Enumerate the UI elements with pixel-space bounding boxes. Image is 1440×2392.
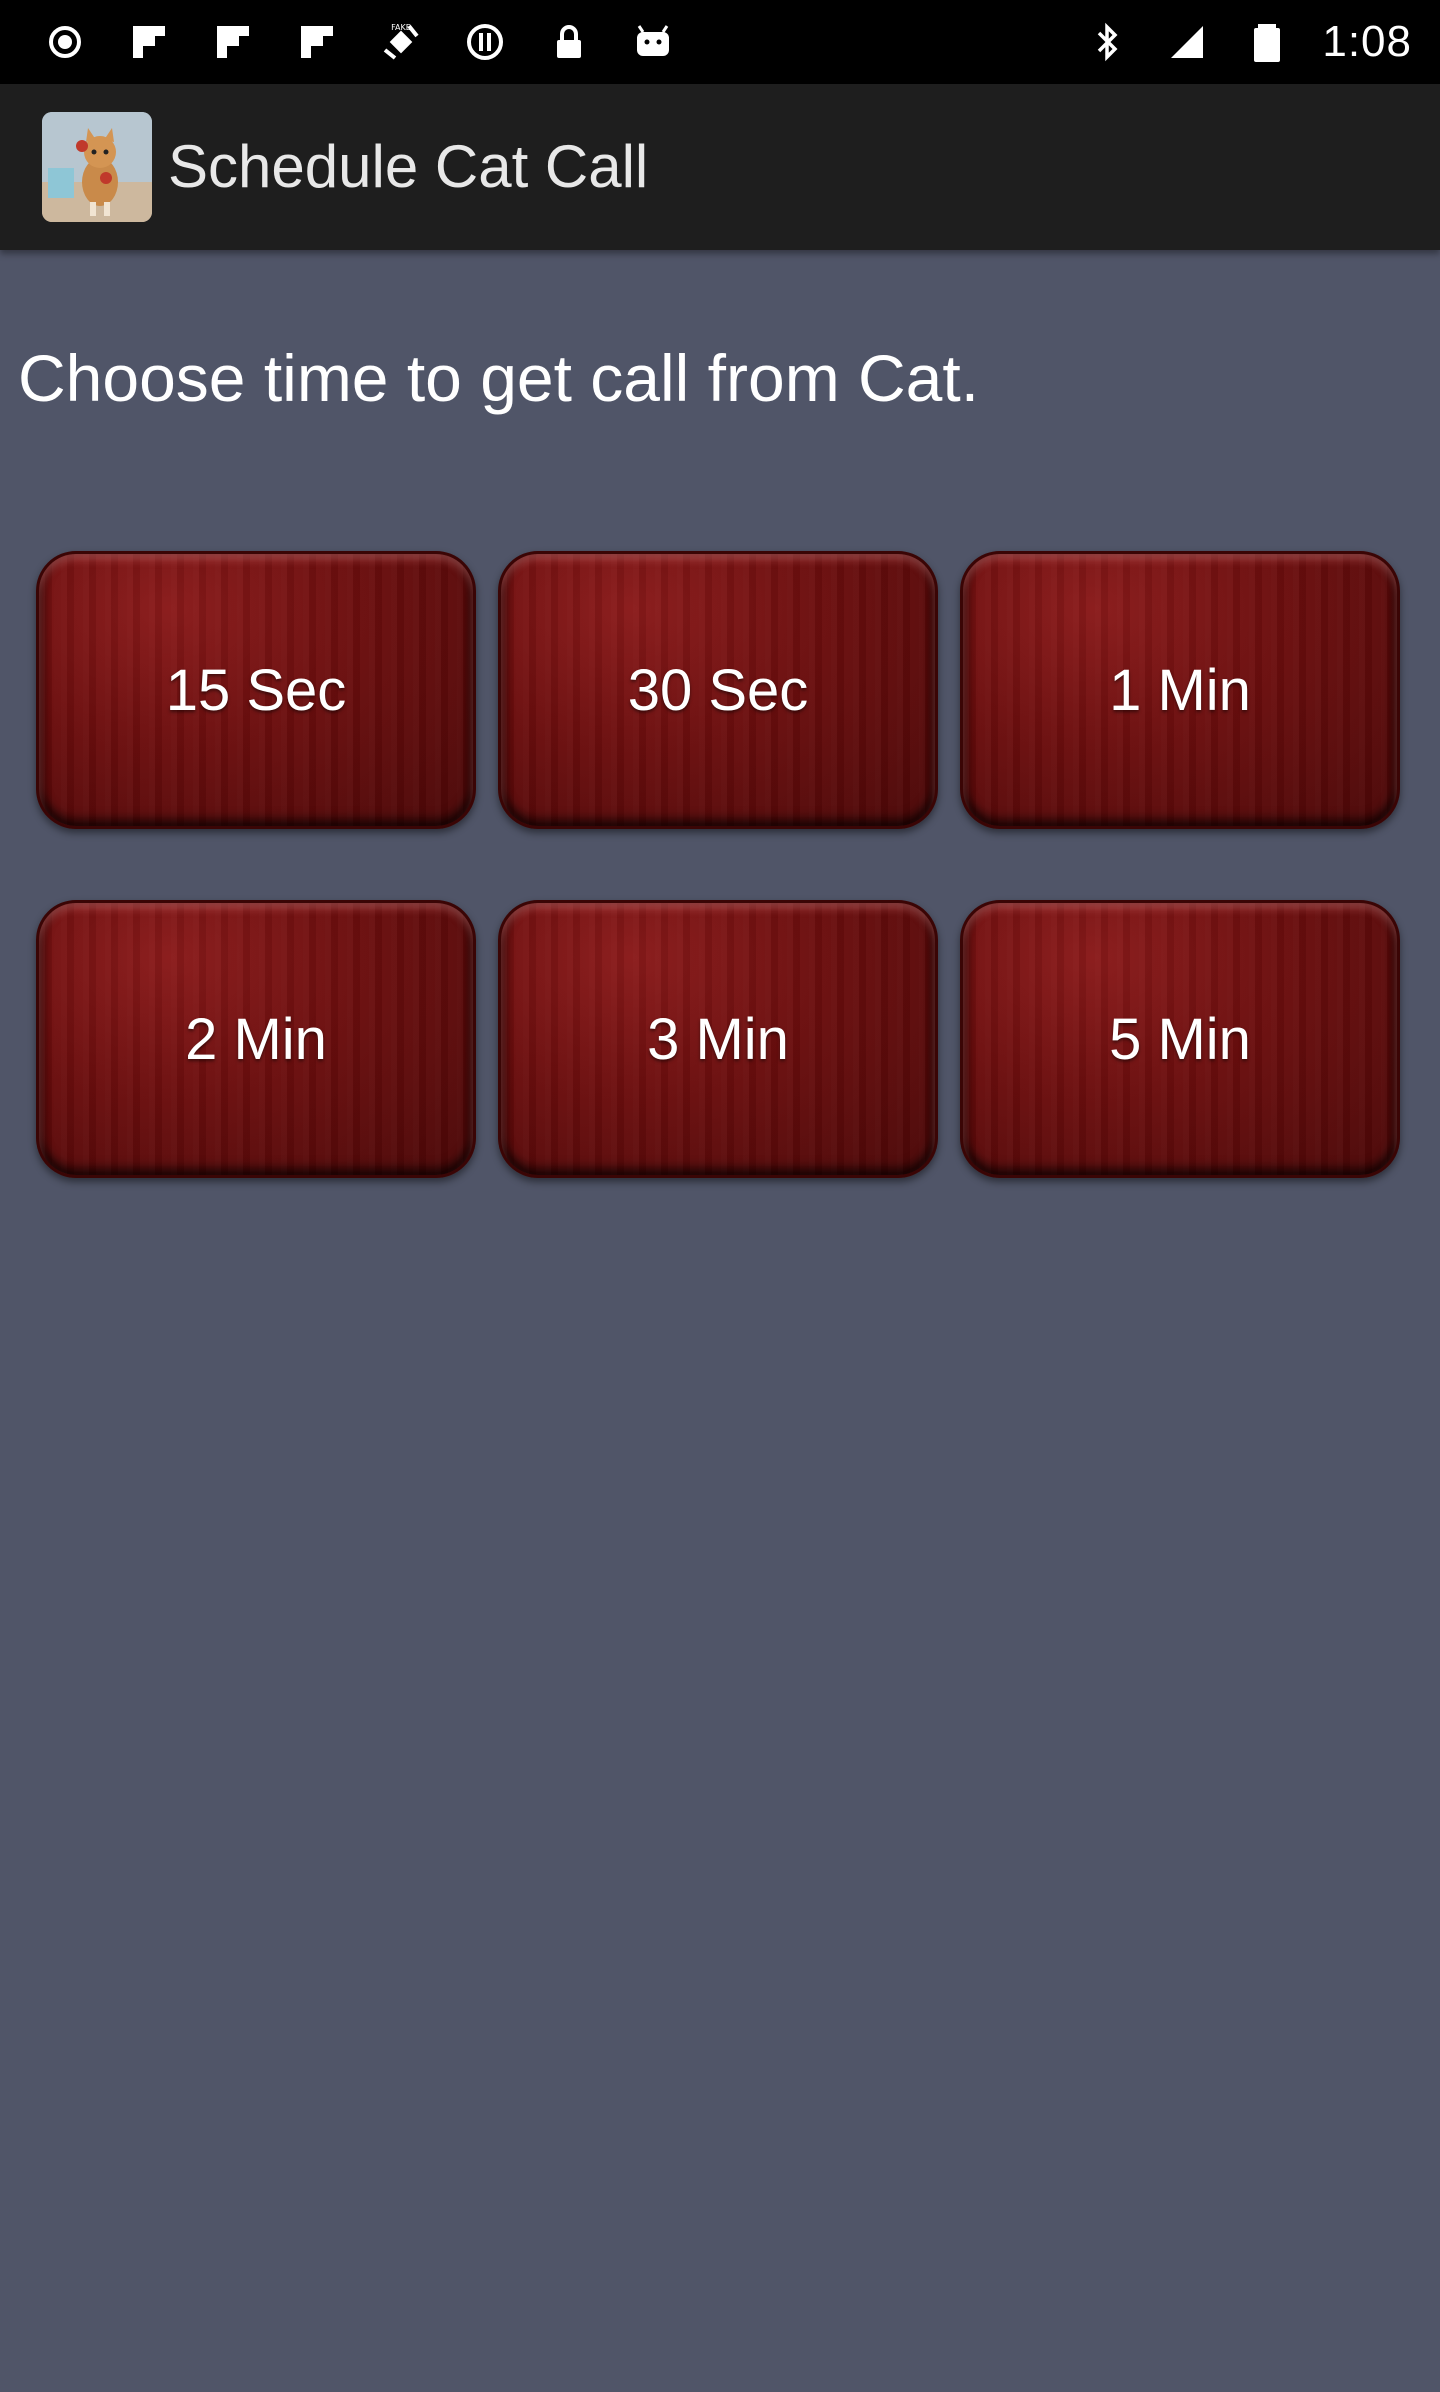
- battery-icon: [1242, 17, 1292, 67]
- flipboard-icon: [208, 17, 258, 67]
- choose-time-prompt: Choose time to get call from Cat.: [18, 341, 980, 415]
- time-30-sec-button[interactable]: 30 Sec: [498, 551, 938, 829]
- signal-icon: [1162, 17, 1212, 67]
- status-right-icons: 1:08: [1082, 0, 1412, 84]
- lock-icon: [544, 17, 594, 67]
- cat-app-logo-icon[interactable]: [42, 112, 152, 222]
- app-title: Schedule Cat Call: [168, 133, 649, 200]
- fake-gps-icon: FAKE: [376, 17, 426, 67]
- android-icon: [628, 17, 678, 67]
- time-3-min-button[interactable]: 3 Min: [498, 900, 938, 1178]
- record-icon: [40, 17, 90, 67]
- svg-text:FAKE: FAKE: [391, 23, 411, 32]
- time-1-min-button[interactable]: 1 Min: [960, 551, 1400, 829]
- status-time: 1:08: [1322, 17, 1412, 66]
- time-5-min-button[interactable]: 5 Min: [960, 900, 1400, 1178]
- action-bar: Schedule Cat Call: [0, 84, 1440, 250]
- bluetooth-icon: [1082, 17, 1132, 67]
- status-left-icons: FAKE: [40, 0, 678, 84]
- time-15-sec-button[interactable]: 15 Sec: [36, 551, 476, 829]
- flipboard-icon: [124, 17, 174, 67]
- status-bar: FAKE 1:08: [0, 0, 1440, 84]
- time-2-min-button[interactable]: 2 Min: [36, 900, 476, 1178]
- flipboard-icon: [292, 17, 342, 67]
- pause-icon: [460, 17, 510, 67]
